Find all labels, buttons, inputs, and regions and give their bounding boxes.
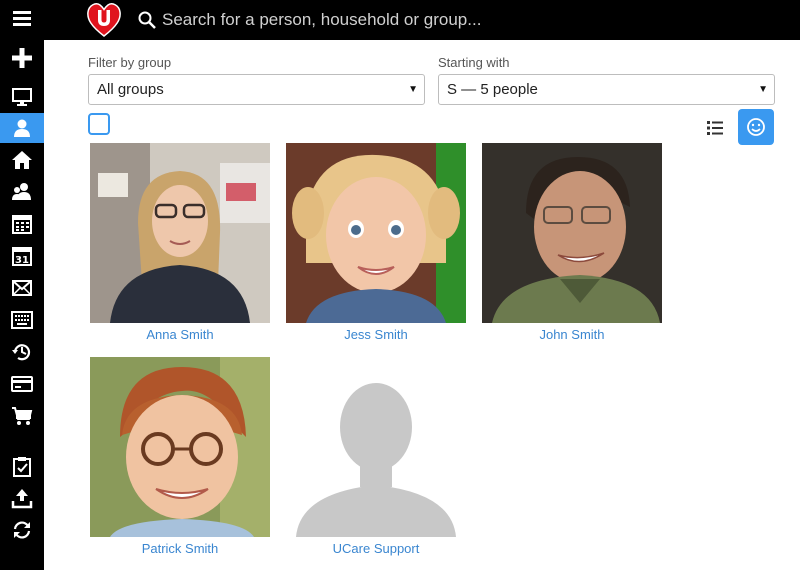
- person-name-link[interactable]: Patrick Smith: [90, 541, 270, 556]
- left-navigation-rail: 31: [0, 0, 44, 570]
- person-photo[interactable]: [286, 143, 466, 323]
- people-icon[interactable]: [0, 177, 44, 207]
- chevron-down-icon: ▼: [758, 84, 768, 95]
- search-input[interactable]: [162, 6, 762, 34]
- person-photo[interactable]: [90, 143, 270, 323]
- person-icon[interactable]: [0, 113, 44, 143]
- group-select[interactable]: All groups ▼: [88, 74, 425, 105]
- keyboard-icon[interactable]: [0, 305, 44, 335]
- top-bar: [44, 0, 800, 40]
- person-card[interactable]: Anna Smith: [90, 143, 270, 342]
- list-view-button[interactable]: [700, 113, 730, 143]
- person-card[interactable]: John Smith: [482, 143, 662, 342]
- person-name-link[interactable]: UCare Support: [286, 541, 466, 556]
- chevron-down-icon: ▼: [408, 84, 418, 95]
- group-select-value: All groups: [97, 81, 164, 98]
- smiley-icon: [747, 118, 765, 136]
- sync-icon[interactable]: [0, 515, 44, 545]
- search-icon: [138, 11, 156, 29]
- list-icon: [707, 121, 723, 135]
- calendar-day-icon[interactable]: 31: [0, 241, 44, 271]
- starting-with-value: S — 5 people: [447, 81, 538, 98]
- person-card[interactable]: UCare Support: [286, 357, 466, 556]
- starting-with-select[interactable]: S — 5 people ▼: [438, 74, 775, 105]
- person-photo[interactable]: [90, 357, 270, 537]
- person-name-link[interactable]: Jess Smith: [286, 327, 466, 342]
- monitor-icon[interactable]: [0, 82, 44, 112]
- calendar-icon[interactable]: [0, 209, 44, 239]
- person-card[interactable]: Patrick Smith: [90, 357, 270, 556]
- cart-icon[interactable]: [0, 401, 44, 431]
- person-card[interactable]: Jess Smith: [286, 143, 466, 342]
- starting-with-label: Starting with: [438, 55, 510, 70]
- filter-by-group-label: Filter by group: [88, 55, 172, 70]
- ucare-logo[interactable]: [86, 2, 122, 38]
- person-name-link[interactable]: Anna Smith: [90, 327, 270, 342]
- select-all-checkbox[interactable]: [88, 113, 110, 135]
- add-icon[interactable]: [0, 43, 44, 73]
- svg-text:31: 31: [15, 255, 29, 266]
- faces-view-button[interactable]: [738, 109, 774, 145]
- credit-card-icon[interactable]: [0, 369, 44, 399]
- home-icon[interactable]: [0, 145, 44, 175]
- person-name-link[interactable]: John Smith: [482, 327, 662, 342]
- history-icon[interactable]: [0, 337, 44, 367]
- mail-icon[interactable]: [0, 273, 44, 303]
- checklist-icon[interactable]: [0, 451, 44, 481]
- person-photo[interactable]: [482, 143, 662, 323]
- menu-icon[interactable]: [0, 3, 44, 33]
- upload-icon[interactable]: [0, 483, 44, 513]
- default-avatar-icon[interactable]: [286, 357, 466, 537]
